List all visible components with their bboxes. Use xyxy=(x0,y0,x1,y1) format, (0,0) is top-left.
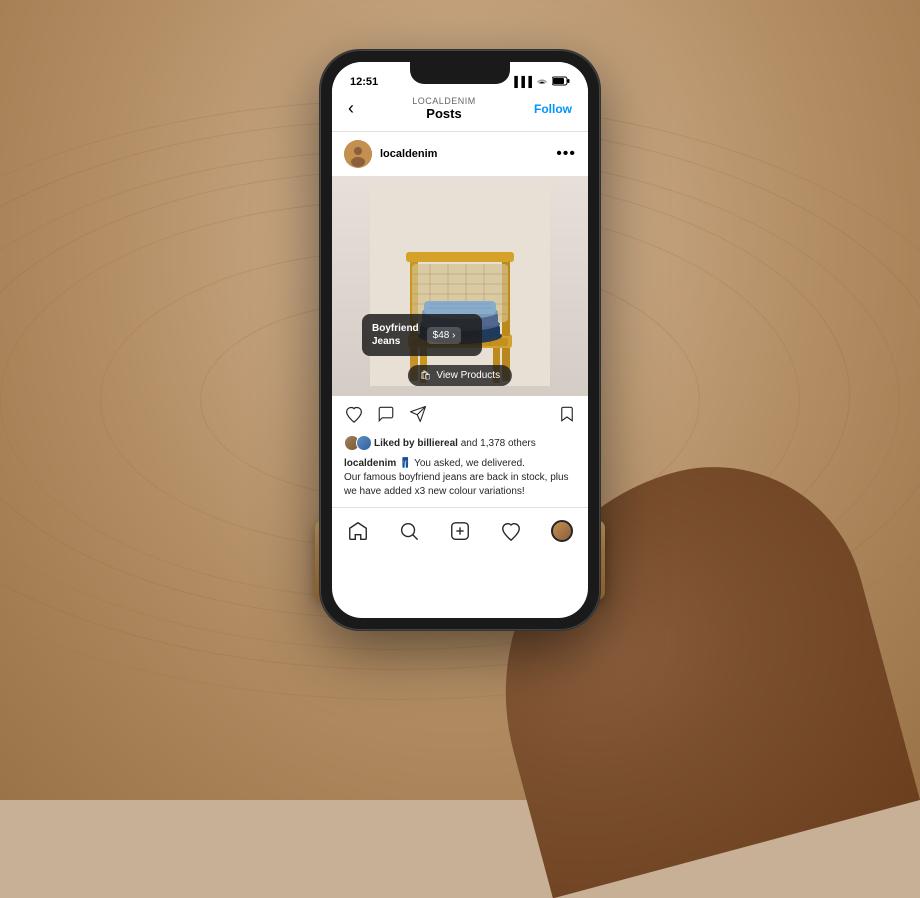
wifi-icon xyxy=(536,76,548,89)
nav-add-button[interactable] xyxy=(445,516,475,546)
battery-icon xyxy=(552,76,570,89)
post-username[interactable]: localdenim xyxy=(380,148,437,160)
view-products-button[interactable]: 🛍 View Products xyxy=(408,365,512,386)
bottom-nav xyxy=(332,507,588,550)
ig-account-name: LOCALDENIM Posts xyxy=(412,96,476,121)
like-button[interactable] xyxy=(344,405,364,428)
likes-row: Liked by billiereal and 1,378 others xyxy=(332,433,588,455)
status-bar: 12:51 ▐▐▐ xyxy=(332,62,588,94)
post-user: localdenim xyxy=(344,140,437,168)
product-name: Boyfriend Jeans xyxy=(372,322,419,348)
back-button[interactable]: ‹ xyxy=(348,98,354,119)
nav-profile-avatar xyxy=(551,520,573,542)
chair-svg xyxy=(370,186,550,386)
action-icons-left xyxy=(344,405,428,428)
post-caption: localdenim 👖 You asked, we delivered.Our… xyxy=(332,455,588,507)
likes-avatar-2 xyxy=(356,435,372,451)
status-icons: ▐▐▐ xyxy=(511,76,570,89)
user-avatar xyxy=(344,140,372,168)
bookmark-button[interactable] xyxy=(558,404,576,429)
post-header: localdenim ••• xyxy=(332,132,588,176)
product-tag[interactable]: Boyfriend Jeans $48 › xyxy=(362,314,482,356)
post-actions xyxy=(332,396,588,433)
post-more-button[interactable]: ••• xyxy=(556,145,576,163)
caption-username: localdenim xyxy=(344,458,396,469)
follow-button[interactable]: Follow xyxy=(534,102,572,116)
nav-profile-button[interactable] xyxy=(547,516,577,546)
chair-illustration xyxy=(332,176,588,396)
likes-text: Liked by billiereal and 1,378 others xyxy=(374,438,536,449)
comment-button[interactable] xyxy=(376,405,396,428)
phone-container: 12:51 ▐▐▐ ‹ LOCALDENIM Pos xyxy=(320,50,600,630)
post-image: Boyfriend Jeans $48 › 🛍 View Products xyxy=(332,176,588,396)
account-label: LOCALDENIM xyxy=(412,96,476,106)
signal-icon: ▐▐▐ xyxy=(511,77,532,88)
status-time: 12:51 xyxy=(350,76,378,88)
product-price: $48 › xyxy=(427,327,462,344)
ig-header-top: ‹ LOCALDENIM Posts Follow xyxy=(348,96,572,121)
share-button[interactable] xyxy=(408,405,428,428)
page-title: Posts xyxy=(412,106,476,121)
phone: 12:51 ▐▐▐ ‹ LOCALDENIM Pos xyxy=(320,50,600,630)
phone-screen: 12:51 ▐▐▐ ‹ LOCALDENIM Pos xyxy=(332,62,588,618)
likes-avatars xyxy=(344,435,368,451)
nav-heart-button[interactable] xyxy=(496,516,526,546)
nav-search-button[interactable] xyxy=(394,516,424,546)
bag-icon: 🛍 xyxy=(420,370,431,381)
view-products-label: View Products xyxy=(436,370,500,381)
nav-home-button[interactable] xyxy=(343,516,373,546)
ig-header: ‹ LOCALDENIM Posts Follow xyxy=(332,94,588,132)
caption-hashtag: 👖 xyxy=(399,458,411,469)
